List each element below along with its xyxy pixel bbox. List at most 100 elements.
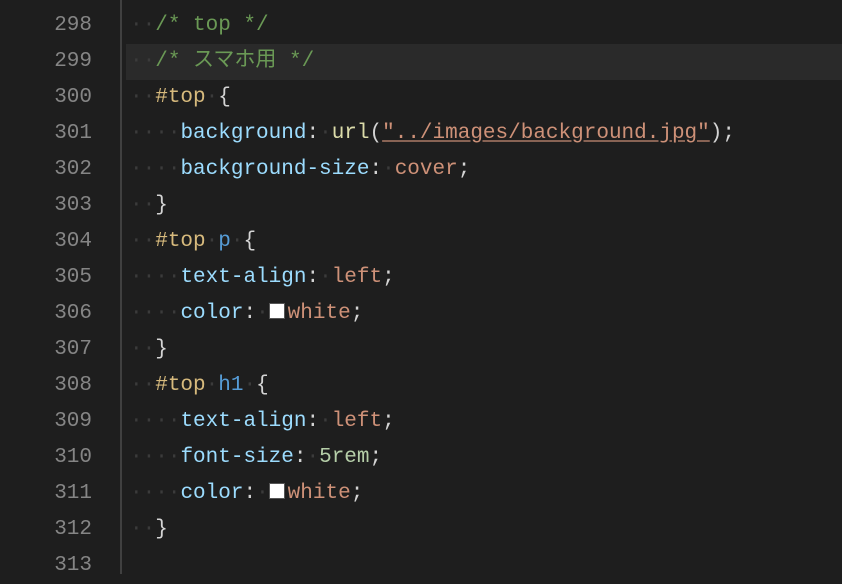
line-number: 302: [0, 152, 120, 188]
whitespace: ··: [130, 518, 155, 541]
code-line[interactable]: ····text-align:·left;: [126, 404, 842, 440]
colon-token: :: [243, 482, 256, 505]
line-number: 308: [0, 368, 120, 404]
whitespace: ··: [130, 338, 155, 361]
code-line[interactable]: ····background:·url("../images/backgroun…: [126, 116, 842, 152]
tag-token: p: [218, 230, 231, 253]
color-swatch-icon: [269, 483, 285, 499]
whitespace: ··: [130, 194, 155, 217]
whitespace: ····: [130, 158, 180, 181]
whitespace: ·: [206, 86, 219, 109]
code-line[interactable]: ····color:·white;: [126, 476, 842, 512]
line-number: 299: [0, 44, 120, 80]
whitespace: ·: [319, 122, 332, 145]
code-area[interactable]: ··/* top */ ··/* スマホ用 */ ··#top·{ ····ba…: [126, 0, 842, 574]
semicolon-token: ;: [382, 266, 395, 289]
value-token: left: [332, 266, 382, 289]
brace-token: }: [155, 338, 168, 361]
whitespace: ··: [130, 374, 155, 397]
line-number: 305: [0, 260, 120, 296]
value-token: white: [288, 302, 351, 325]
property-token: background: [180, 122, 306, 145]
whitespace: ····: [130, 122, 180, 145]
colon-token: :: [369, 158, 382, 181]
function-token: url: [332, 122, 370, 145]
paren-token: ): [710, 122, 723, 145]
code-line[interactable]: ··#top·h1·{: [126, 368, 842, 404]
comment-token: /* スマホ用 */: [155, 50, 314, 73]
line-number: 311: [0, 476, 120, 512]
semicolon-token: ;: [370, 446, 383, 469]
line-number-gutter: 298 299 300 301 302 303 304 305 306 307 …: [0, 0, 120, 574]
number-token: 5: [319, 446, 332, 469]
code-line[interactable]: ··}: [126, 512, 842, 548]
whitespace: ·: [382, 158, 395, 181]
selector-token: #top: [155, 230, 205, 253]
tag-token: h1: [218, 374, 243, 397]
colon-token: :: [306, 122, 319, 145]
whitespace: ·: [206, 230, 219, 253]
property-token: color: [180, 302, 243, 325]
line-number: 304: [0, 224, 120, 260]
selector-token: #top: [155, 374, 205, 397]
colon-token: :: [306, 410, 319, 433]
code-line[interactable]: ··#top·p·{: [126, 224, 842, 260]
whitespace: ··: [130, 14, 155, 37]
value-token: left: [332, 410, 382, 433]
code-line[interactable]: ····text-align:·left;: [126, 260, 842, 296]
whitespace: ·: [256, 302, 269, 325]
code-line[interactable]: ··/* スマホ用 */: [126, 44, 842, 80]
whitespace: ····: [130, 302, 180, 325]
line-number: 300: [0, 80, 120, 116]
semicolon-token: ;: [458, 158, 471, 181]
brace-token: {: [243, 230, 256, 253]
brace-token: {: [256, 374, 269, 397]
code-line[interactable]: [126, 548, 842, 584]
line-number: 313: [0, 548, 120, 584]
line-number: 303: [0, 188, 120, 224]
code-line[interactable]: ····color:·white;: [126, 296, 842, 332]
colon-token: :: [306, 266, 319, 289]
semicolon-token: ;: [351, 302, 364, 325]
colon-token: :: [294, 446, 307, 469]
property-token: text-align: [180, 266, 306, 289]
code-line[interactable]: ····font-size:·5rem;: [126, 440, 842, 476]
line-number: 301: [0, 116, 120, 152]
line-number: 298: [0, 8, 120, 44]
code-line[interactable]: ··/* top */: [126, 8, 842, 44]
whitespace: ····: [130, 266, 180, 289]
whitespace: ····: [130, 410, 180, 433]
property-token: text-align: [180, 410, 306, 433]
selector-token: #top: [155, 86, 205, 109]
paren-token: (: [370, 122, 383, 145]
brace-token: }: [155, 194, 168, 217]
whitespace: ·: [319, 266, 332, 289]
code-editor: 298 299 300 301 302 303 304 305 306 307 …: [0, 0, 842, 574]
color-swatch-icon: [269, 303, 285, 319]
code-line[interactable]: ····background-size:·cover;: [126, 152, 842, 188]
whitespace: ·: [231, 230, 244, 253]
line-number: 306: [0, 296, 120, 332]
whitespace: ·: [206, 374, 219, 397]
code-line[interactable]: ··}: [126, 332, 842, 368]
value-token: cover: [395, 158, 458, 181]
property-token: background-size: [180, 158, 369, 181]
code-line[interactable]: ··#top·{: [126, 80, 842, 116]
property-token: color: [180, 482, 243, 505]
line-number: 310: [0, 440, 120, 476]
whitespace: ·: [243, 374, 256, 397]
whitespace: ····: [130, 482, 180, 505]
property-token: font-size: [180, 446, 293, 469]
unit-token: rem: [332, 446, 370, 469]
code-line[interactable]: ··}: [126, 188, 842, 224]
semicolon-token: ;: [382, 410, 395, 433]
whitespace: ··: [130, 86, 155, 109]
whitespace: ·: [306, 446, 319, 469]
comment-token: /* top */: [155, 14, 268, 37]
semicolon-token: ;: [722, 122, 735, 145]
line-number: 309: [0, 404, 120, 440]
line-number: 312: [0, 512, 120, 548]
whitespace: ·: [319, 410, 332, 433]
whitespace: ·: [256, 482, 269, 505]
semicolon-token: ;: [351, 482, 364, 505]
